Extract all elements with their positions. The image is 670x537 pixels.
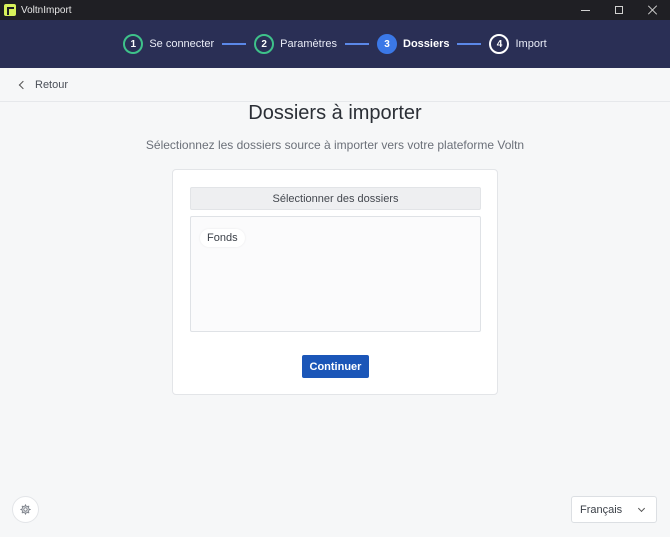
step-label: Paramètres [280, 38, 337, 50]
step-number: 4 [489, 34, 510, 54]
settings-button[interactable] [12, 496, 39, 523]
page-title: Dossiers à importer [248, 102, 422, 124]
maximize-button[interactable] [602, 0, 636, 20]
step-connector [345, 43, 369, 45]
step-parametres[interactable]: 2 Paramètres [254, 34, 337, 54]
app-title: VoltnImport [21, 4, 72, 16]
folder-selection-card: Sélectionner des dossiers Fonds Continue… [172, 169, 498, 395]
window-controls [568, 0, 670, 20]
step-se-connecter[interactable]: 1 Se connecter [123, 34, 214, 54]
selected-folders-list: Fonds [190, 216, 481, 332]
page-subtitle: Sélectionnez les dossiers source à impor… [145, 138, 525, 152]
progress-stepper: 1 Se connecter 2 Paramètres 3 Dossiers 4… [0, 20, 670, 68]
folder-chip[interactable]: Fonds [200, 229, 245, 247]
chevron-left-icon [18, 80, 28, 89]
step-connector [222, 43, 247, 45]
step-label: Import [515, 38, 547, 50]
step-label: Se connecter [149, 38, 215, 50]
chevron-down-icon [637, 504, 646, 513]
language-select[interactable]: Français [571, 496, 657, 523]
language-value: Français [580, 503, 623, 516]
title-bar: VoltnImport [0, 0, 670, 20]
gear-icon [20, 504, 31, 515]
close-window-button[interactable] [636, 0, 670, 20]
maximize-icon [615, 6, 623, 14]
step-import[interactable]: 4 Import [489, 34, 547, 54]
step-dossiers[interactable]: 3 Dossiers [377, 34, 449, 54]
step-label: Dossiers [403, 38, 450, 50]
step-connector [457, 43, 482, 45]
close-icon [648, 5, 658, 15]
app-logo-icon [4, 4, 16, 16]
minimize-icon [580, 9, 590, 11]
back-bar: Retour [0, 68, 670, 102]
step-number: 3 [377, 34, 397, 54]
minimize-button[interactable] [568, 0, 602, 20]
select-folders-button[interactable]: Sélectionner des dossiers [190, 187, 481, 210]
step-number: 1 [123, 34, 144, 54]
continue-button[interactable]: Continuer [302, 355, 369, 378]
step-number: 2 [254, 34, 275, 54]
back-button[interactable]: Retour [18, 78, 69, 91]
back-label: Retour [35, 78, 69, 91]
